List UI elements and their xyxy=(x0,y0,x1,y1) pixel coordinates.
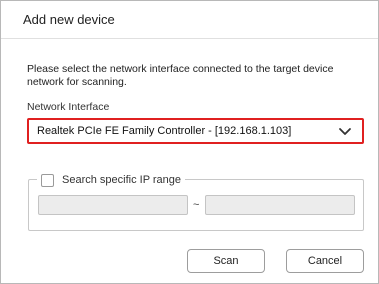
cancel-button[interactable]: Cancel xyxy=(286,249,364,273)
chevron-down-icon xyxy=(339,128,351,135)
ip-range-group: Search specific IP range ~ xyxy=(28,171,364,231)
network-interface-value: Realtek PCIe FE Family Controller - [192… xyxy=(37,125,292,137)
dialog-title: Add new device xyxy=(23,12,115,27)
ip-range-separator: ~ xyxy=(193,199,200,211)
ip-end-field[interactable] xyxy=(205,195,355,215)
add-device-dialog: Add new device Please select the network… xyxy=(0,0,379,284)
instruction-text: Please select the network interface conn… xyxy=(27,63,334,88)
network-interface-label: Network Interface xyxy=(27,101,110,113)
ip-range-checkbox[interactable] xyxy=(41,173,54,187)
ip-range-checkbox-label[interactable]: Search specific IP range xyxy=(62,174,181,186)
ip-range-legend: Search specific IP range xyxy=(37,171,186,189)
ip-start-field[interactable] xyxy=(38,195,188,215)
network-interface-select[interactable]: Realtek PCIe FE Family Controller - [192… xyxy=(27,118,364,144)
dialog-titlebar: Add new device xyxy=(1,1,378,39)
scan-button[interactable]: Scan xyxy=(187,249,265,273)
